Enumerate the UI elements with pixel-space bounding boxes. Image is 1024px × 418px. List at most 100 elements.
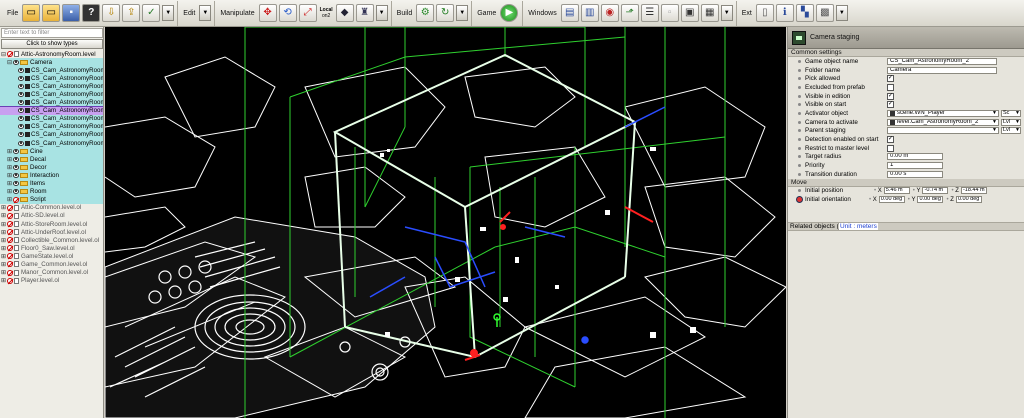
chevron-down-icon[interactable]: ▼ — [1015, 128, 1020, 133]
property-combo[interactable]: level.Cam_AstronomyRoom_2 ▼ — [887, 118, 999, 126]
hidden-toggle-icon[interactable] — [7, 261, 13, 268]
property-text-field[interactable]: Camera — [887, 66, 997, 74]
scope-selector[interactable]: Lvl ▼ — [1001, 118, 1021, 126]
chevron-down-icon[interactable]: ▼ — [1015, 119, 1020, 125]
property-combo[interactable]: scene.WN_Player ▼ — [887, 109, 999, 117]
property-text-field[interactable]: 0.00 m — [887, 153, 943, 161]
ext-grid-icon[interactable]: ▚ — [795, 4, 814, 22]
tree-item-camera[interactable]: CS_Cam_AstronomyRoom — [0, 98, 103, 107]
hidden-toggle-icon[interactable] — [7, 269, 13, 276]
tree-item-camera[interactable]: CS_Cam_AstronomyRoom — [0, 82, 103, 91]
property-checkbox[interactable] — [887, 83, 894, 91]
tree-item-level[interactable]: ⊞ Attic-Common.level.ol — [0, 204, 103, 212]
visibility-eye-icon[interactable] — [18, 83, 24, 89]
scope-selector[interactable]: Lvl ▼ — [1001, 127, 1021, 135]
tree-item-level[interactable]: ⊞ GameState.level.ol — [0, 252, 103, 260]
tree-item-camera[interactable]: CS_Cam_AstronomyRoom — [0, 139, 103, 148]
window-image-icon[interactable]: ▣ — [680, 4, 699, 22]
tree-item-folder-decor[interactable]: ⊞ Decor — [0, 163, 103, 172]
tree-item-folder-interaction[interactable]: ⊞ Interaction — [0, 171, 103, 180]
visibility-eye-icon[interactable] — [18, 116, 24, 122]
tree-item-level[interactable]: ⊞ Attic-UnderRoof.level.ol — [0, 228, 103, 236]
property-text-field[interactable]: 1 — [887, 162, 943, 170]
move-gizmo-icon[interactable]: ✥ — [258, 4, 277, 22]
tree-item-camera[interactable]: CS_Cam_AstronomyRoom — [0, 66, 103, 75]
chevron-down-icon[interactable]: ▼ — [992, 128, 998, 133]
visibility-eye-icon[interactable] — [18, 75, 24, 81]
file-menu-label[interactable]: File — [5, 10, 21, 17]
hidden-toggle-icon[interactable] — [7, 277, 13, 284]
window-layout-icon[interactable]: ▤ — [560, 4, 579, 22]
export-icon[interactable]: ⇩ — [102, 4, 121, 22]
3d-viewport[interactable] — [105, 27, 786, 418]
tree-item-level[interactable]: ⊞ Collectible_Common.level.ol — [0, 236, 103, 244]
hidden-toggle-icon[interactable] — [7, 51, 13, 58]
build-icon[interactable]: ⚙ — [416, 4, 435, 22]
tree-item-level[interactable]: ⊞ Game_Common.level.ol — [0, 260, 103, 268]
tree-item-root-level[interactable]: ⊟ Attic-AstronomyRoom.level — [0, 50, 103, 58]
orientation-y-field[interactable]: 0.00 deg — [917, 196, 944, 204]
position-z-field[interactable]: -18.44 m — [960, 187, 987, 195]
property-checkbox[interactable]: ✓ — [887, 92, 894, 100]
position-y-field[interactable]: -0.74 m — [922, 187, 949, 195]
hidden-toggle-icon[interactable] — [7, 212, 13, 219]
manipulate-dropdown-arrow[interactable]: ▼ — [375, 5, 388, 21]
tree-item-folder-cine[interactable]: ⊞ Cine — [0, 147, 103, 156]
property-checkbox[interactable] — [887, 144, 894, 152]
edit-dropdown-arrow[interactable]: ▼ — [199, 5, 212, 21]
hidden-toggle-icon[interactable] — [13, 196, 19, 203]
tree-item-level[interactable]: ⊞ Manor_Common.level.ol — [0, 269, 103, 277]
tree-item-camera[interactable]: CS_Cam_AstronomyRoom — [0, 114, 103, 123]
visibility-eye-icon[interactable] — [13, 172, 19, 178]
game-menu-label[interactable]: Game — [475, 10, 499, 17]
property-text-field[interactable]: CS_Cam_AstronomyRoom_2 — [887, 57, 997, 65]
move-section[interactable]: Move — [788, 178, 1024, 187]
property-combo[interactable]: ▼ — [887, 127, 999, 135]
ext-info-icon[interactable]: ℹ — [775, 4, 794, 22]
tree-item-folder-script[interactable]: ⊞ Script — [0, 195, 103, 204]
hidden-toggle-icon[interactable] — [7, 204, 13, 211]
ext-tool-icon[interactable]: ▩ — [815, 4, 834, 22]
window-gallery-icon[interactable]: ▦ — [700, 4, 719, 22]
rotate-gizmo-icon[interactable]: ⟲ — [278, 4, 297, 22]
hidden-toggle-icon[interactable] — [7, 221, 13, 228]
checklist-icon[interactable]: ✓ — [142, 4, 161, 22]
viewport-scene[interactable] — [105, 27, 786, 418]
tree-item-level[interactable]: ⊞ Floor0_Saw.level.ol — [0, 244, 103, 252]
chevron-down-icon[interactable]: ▼ — [992, 120, 998, 125]
property-checkbox[interactable]: ✓ — [887, 75, 894, 83]
tree-item-camera[interactable]: CS_Cam_AstronomyRoom — [0, 74, 103, 83]
related-objects-section[interactable]: Related objects (1) — [788, 222, 1024, 231]
character-icon[interactable]: ♜ — [355, 4, 374, 22]
property-checkbox[interactable]: ✓ — [887, 101, 894, 109]
windows-dropdown-arrow[interactable]: ▼ — [720, 5, 733, 21]
property-text-field[interactable]: 0.00 s — [887, 170, 943, 178]
orientation-x-field[interactable]: 0.00 deg — [878, 196, 905, 204]
visibility-eye-icon[interactable] — [18, 124, 24, 130]
save-icon[interactable]: ▪ — [62, 4, 81, 22]
tree-item-level[interactable]: ⊞ Player.level.ol — [0, 277, 103, 285]
folder-icon[interactable]: ▭ — [22, 4, 41, 22]
tree-filter-input[interactable]: Enter text to filter — [1, 28, 103, 38]
build-menu-label[interactable]: Build — [395, 10, 416, 17]
tree-item-camera[interactable]: CS_Cam_AstronomyRoom — [0, 130, 103, 140]
manipulate-menu-label[interactable]: Manipulate — [218, 10, 257, 17]
chevron-down-icon[interactable]: ▼ — [992, 111, 998, 116]
edit-menu-label[interactable]: Edit — [181, 10, 198, 17]
tree-item-camera-folder[interactable]: ⊟ Camera — [0, 58, 103, 67]
build-dropdown-arrow[interactable]: ▼ — [456, 5, 469, 21]
local-space-toggle[interactable]: Local on2 — [318, 7, 335, 19]
visibility-eye-icon[interactable] — [13, 156, 19, 162]
hidden-toggle-icon[interactable] — [7, 245, 13, 252]
tree-item-camera[interactable]: CS_Cam_AstronomyRoom — [0, 122, 103, 131]
tree-item-folder-room[interactable]: ⊞ Room — [0, 187, 103, 196]
orientation-z-field[interactable]: 0.00 deg — [955, 196, 982, 204]
windows-menu-label[interactable]: Windows — [526, 10, 559, 17]
tree-item-folder-items[interactable]: ⊞ Items — [0, 179, 103, 188]
open-folder-icon[interactable]: ▭ — [42, 4, 61, 22]
window-split-icon[interactable]: ▥ — [580, 4, 599, 22]
visibility-eye-icon[interactable] — [13, 59, 19, 65]
visibility-eye-icon[interactable] — [18, 92, 24, 98]
scope-selector[interactable]: Sc ▼ — [1001, 109, 1021, 117]
visibility-eye-icon[interactable] — [13, 181, 19, 187]
